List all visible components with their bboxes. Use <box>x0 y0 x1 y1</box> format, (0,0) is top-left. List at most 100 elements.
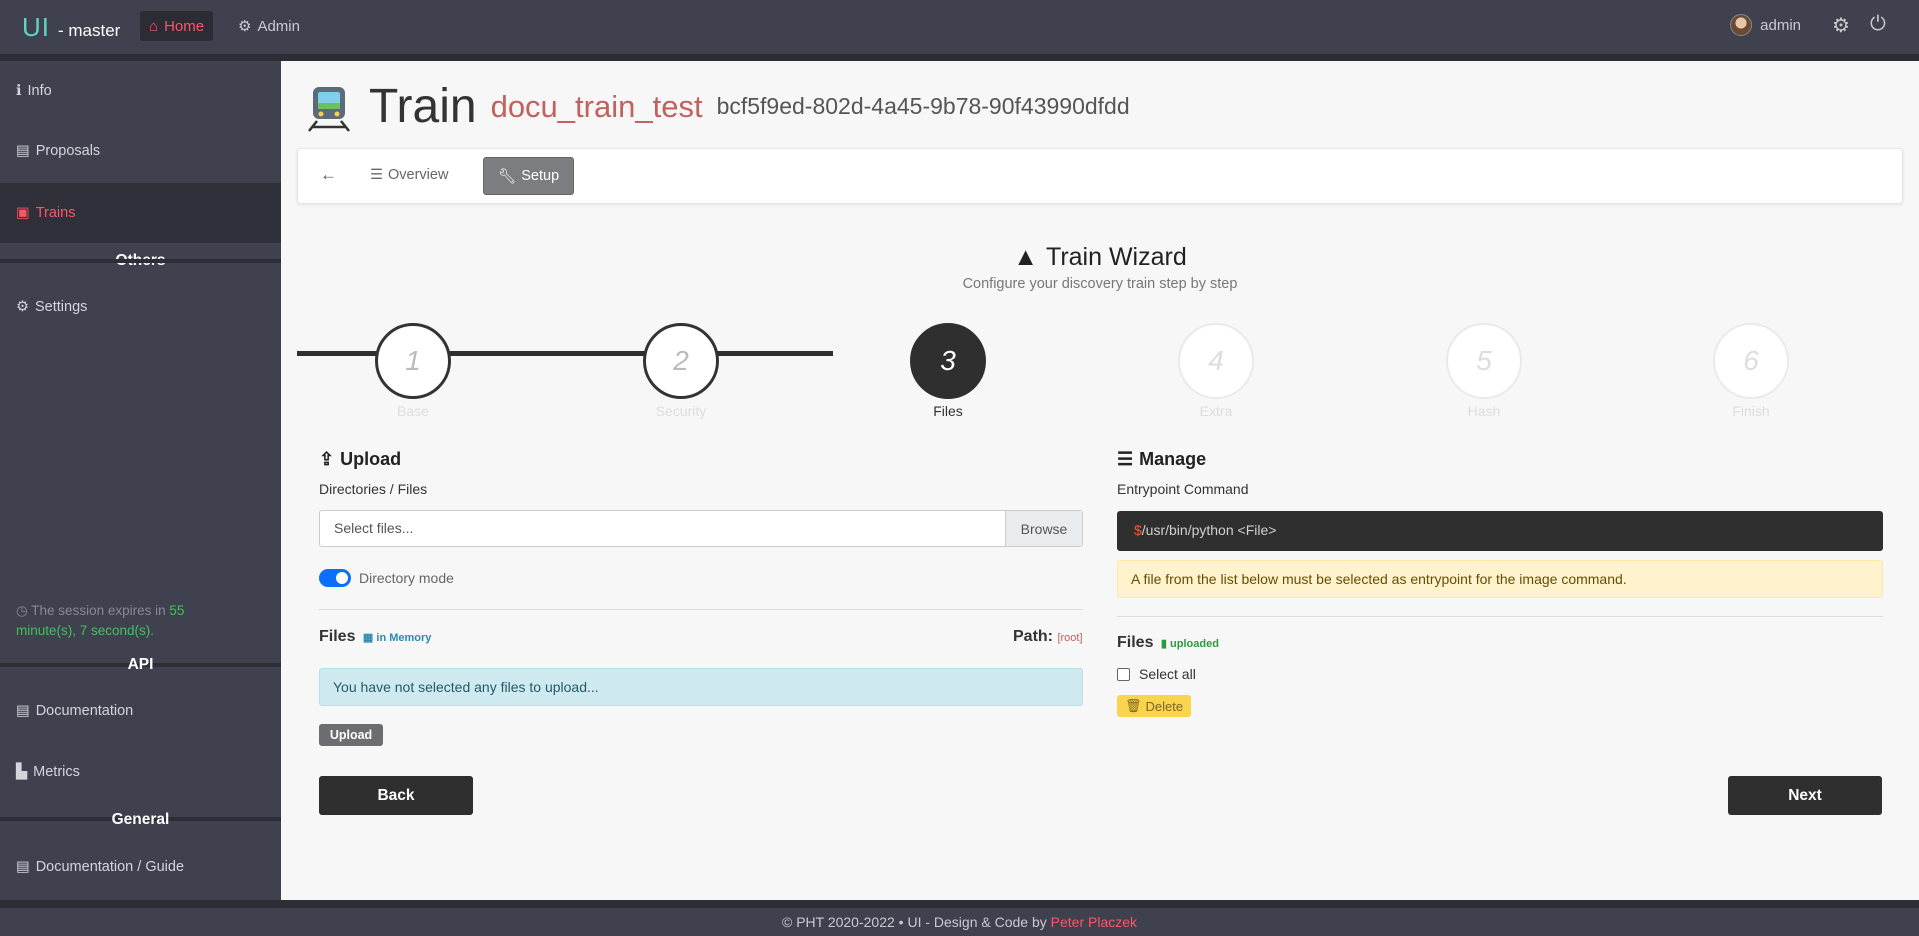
wizard-steps: 1 Base 2 Security 3 Files 4 Extra 5 Hash… <box>297 323 1903 419</box>
sidebar-item-label: Metrics <box>33 764 80 780</box>
select-all-label: Select all <box>1139 666 1196 682</box>
user-menu[interactable]: admin <box>1730 14 1801 36</box>
step-label: Finish <box>1732 403 1770 419</box>
power-icon[interactable]: ⏻ <box>1870 13 1886 36</box>
file-icon: ▤ <box>16 859 30 875</box>
sidebar-item-settings[interactable]: ⚙ Settings <box>0 277 281 337</box>
footer-divider <box>0 900 1919 908</box>
sidebar-item-guide[interactable]: ▤ Documentation / Guide <box>0 837 281 897</box>
command-prompt: $ <box>1134 522 1142 538</box>
footer-author-link[interactable]: Peter Placzek <box>1051 914 1137 930</box>
session-prefix: The session expires in <box>31 603 166 618</box>
session-timer: ◷ The session expires in 55 minute(s), 7… <box>16 601 246 641</box>
tab-bar: ← ☰ Overview 🔧︎ Setup <box>297 148 1903 204</box>
uploaded-badge-text: uploaded <box>1170 638 1219 650</box>
wizard-step-5[interactable]: 5 Hash <box>1446 323 1522 419</box>
nav-admin[interactable]: ⚙ Admin <box>229 11 309 41</box>
no-files-alert: You have not selected any files to uploa… <box>319 668 1083 706</box>
memory-badge-text: in Memory <box>376 632 432 644</box>
step-label: Hash <box>1467 403 1501 419</box>
sidebar-item-label: Documentation / Guide <box>35 859 185 875</box>
path-label: Path: <box>1013 628 1053 645</box>
sidebar-item-info[interactable]: ℹ Info <box>0 61 281 121</box>
wizard-step-1[interactable]: 1 Base <box>375 323 451 419</box>
command-text: /usr/bin/python <File> <box>1141 522 1277 538</box>
brand-ui-text: UI <box>22 12 50 42</box>
wizard-step-6[interactable]: 6 Finish <box>1713 323 1789 419</box>
settings-gear-icon[interactable]: ⚙ <box>1832 13 1850 38</box>
select-all-checkbox[interactable] <box>1117 668 1130 681</box>
upload-button[interactable]: Upload <box>319 724 383 746</box>
train-name: docu_train_test <box>490 88 703 124</box>
tab-overview[interactable]: ☰ Overview <box>370 167 448 183</box>
manage-title: Manage <box>1139 449 1207 469</box>
tab-setup[interactable]: 🔧︎ Setup <box>483 157 574 195</box>
train-icon: ▣ <box>16 205 30 221</box>
info-icon: ℹ <box>16 83 22 99</box>
entrypoint-warning: A file from the list below must be selec… <box>1117 560 1883 598</box>
divider <box>319 609 1083 610</box>
upload-icon: ⇪ <box>319 449 335 469</box>
sidebar-item-label: Documentation <box>35 703 134 719</box>
upload-title: Upload <box>340 449 402 469</box>
delete-button[interactable]: 🗑︎ Delete <box>1117 695 1191 717</box>
back-button[interactable]: Back <box>319 776 473 815</box>
step-label: Base <box>397 403 429 419</box>
footer: © PHT 2020-2022 • UI - Design & Code by … <box>0 908 1919 936</box>
avatar <box>1730 14 1753 36</box>
sidebar-separator <box>0 259 281 263</box>
sidebar-item-label: Info <box>27 83 52 99</box>
sidebar-item-trains[interactable]: ▣ Trains <box>0 183 281 243</box>
next-button[interactable]: Next <box>1728 776 1882 815</box>
sidebar-heading-general: General <box>111 811 170 828</box>
step-label: Security <box>655 403 707 419</box>
back-arrow-icon[interactable]: ← <box>320 165 337 185</box>
list-icon: ☰ <box>370 167 383 183</box>
upload-section-title: ⇪ Upload <box>319 449 401 470</box>
wrench-icon: 🔧︎ <box>497 168 517 185</box>
brand-logo[interactable]: UI - master <box>22 12 120 43</box>
page-title: Train <box>369 80 477 133</box>
upload-files-title: Files ▦ in Memory <box>319 628 431 646</box>
top-navbar: UI - master ⌂ Home ⚙ Admin admin ⚙ ⏻ <box>0 0 1919 54</box>
topbar-divider <box>0 54 1919 61</box>
files-title-text: Files <box>319 628 356 645</box>
sidebar: ℹ Info ▤ Proposals ▣ Trains Others ⚙ Set… <box>0 61 281 900</box>
wizard-step-3[interactable]: 3 Files <box>910 323 986 419</box>
file-select-input[interactable]: Select files... Browse <box>319 510 1083 547</box>
list-icon: ☰ <box>1117 449 1134 469</box>
entrypoint-command: $/usr/bin/python <File> <box>1117 511 1883 551</box>
train-id: bcf5f9ed-802d-4a45-9b78-90f43990dfdd <box>716 93 1130 119</box>
file-input-placeholder: Select files... <box>334 520 414 536</box>
gear-icon: ⚙ <box>16 299 29 315</box>
entrypoint-label: Entrypoint Command <box>1117 481 1249 497</box>
memory-badge: ▦ in Memory <box>363 632 431 644</box>
sidebar-item-metrics[interactable]: ▙ Metrics <box>0 742 281 802</box>
wizard-step-4[interactable]: 4 Extra <box>1178 323 1254 419</box>
directory-mode-label: Directory mode <box>359 570 454 586</box>
nav-home[interactable]: ⌂ Home <box>140 11 214 41</box>
directory-mode-toggle[interactable] <box>319 569 351 587</box>
brand-suffix: - master <box>58 21 121 40</box>
sidebar-item-label: Settings <box>35 299 88 315</box>
wizard-step-2[interactable]: 2 Security <box>643 323 719 419</box>
home-icon: ⌂ <box>149 17 159 35</box>
step-number: 2 <box>643 323 719 399</box>
sidebar-item-proposals[interactable]: ▤ Proposals <box>0 121 281 181</box>
wizard-header: ▲ Train Wizard Configure your discovery … <box>281 243 1919 292</box>
uploaded-badge: ▮ uploaded <box>1161 638 1219 650</box>
sidebar-item-documentation[interactable]: ▤ Documentation <box>0 681 281 741</box>
memory-icon: ▦ <box>362 632 374 644</box>
step-number: 6 <box>1713 323 1789 399</box>
step-number: 5 <box>1446 323 1522 399</box>
manage-section-title: ☰ Manage <box>1117 449 1206 470</box>
user-name: admin <box>1760 16 1801 34</box>
browse-button[interactable]: Browse <box>1005 511 1082 546</box>
sidebar-item-label: Proposals <box>35 143 101 159</box>
tab-overview-label: Overview <box>388 167 449 183</box>
gear-icon: ⚙ <box>238 18 252 35</box>
path-value[interactable]: [root] <box>1057 632 1082 644</box>
divider <box>1117 616 1883 617</box>
nav-admin-label: Admin <box>257 17 300 35</box>
train-logo-icon <box>308 86 350 132</box>
